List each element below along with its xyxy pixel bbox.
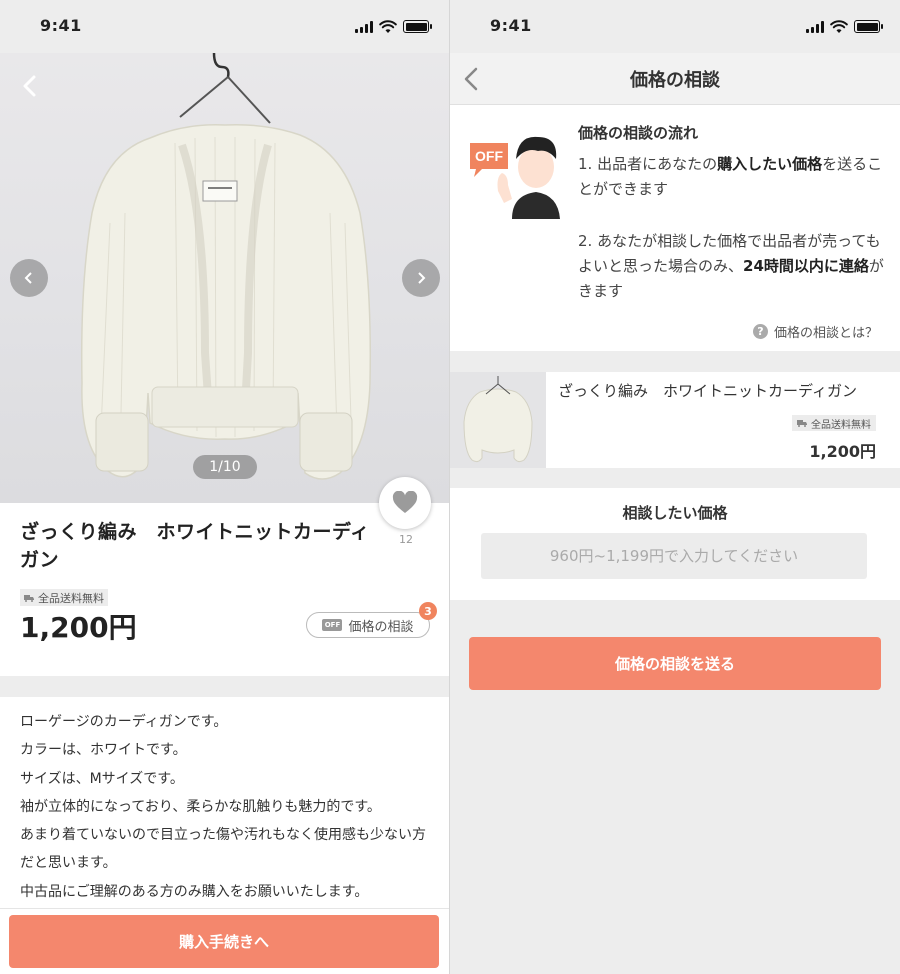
what-is-price-offer-link[interactable]: ? 価格の相談とは？: [752, 322, 878, 341]
flow-step-2: 2. あなたが相談した価格で出品者が売ってもよいと思った場合のみ、24時間以内に…: [578, 229, 884, 304]
flow-step-2-emphasis: 24時間以内に連絡: [743, 257, 869, 275]
status-icons: [806, 19, 883, 34]
cardigan-thumbnail: [463, 376, 533, 463]
offer-flow-section: OFF 価格の相談の流れ 1. 出品者にあなたの購入したい価格を送ることができま…: [450, 105, 900, 351]
description-line: 袖が立体的になっており、柔らかな肌触りも魅力的です。: [20, 798, 381, 815]
description-line: カラーは、ホワイトです。: [20, 742, 187, 759]
chevron-right-icon: [418, 272, 426, 284]
product-image-carousel[interactable]: 1/10: [0, 53, 449, 503]
product-title: ざっくり編み ホワイトニットカーディガン: [20, 521, 370, 571]
battery-icon: [854, 20, 883, 33]
truck-icon: [24, 594, 34, 602]
cardigan-photo: [80, 53, 372, 480]
person-off-illustration: OFF: [470, 136, 560, 219]
heart-icon: [392, 491, 418, 513]
chevron-left-icon: [24, 272, 32, 284]
item-thumbnail: [450, 372, 546, 468]
like-button[interactable]: [379, 477, 431, 529]
item-title: ざっくり編み ホワイトニットカーディガン: [558, 382, 857, 400]
item-summary-card: ざっくり編み ホワイトニットカーディガン 全品送料無料 1,200円: [450, 372, 900, 468]
flow-step-1: 1. 出品者にあなたの購入したい価格を送ることができます: [578, 152, 884, 202]
wifi-icon: [379, 19, 397, 33]
price-offer-label: 価格の相談: [348, 619, 414, 635]
offer-price-section: 相談したい価格: [450, 488, 900, 600]
off-tag-icon: OFF: [322, 619, 343, 631]
product-description: ローゲージのカーディガンです。 カラーは、ホワイトです。 サイズは、Mサイズです…: [20, 708, 435, 906]
description-line: あまり着ていないので目立った傷や汚れもなく使用感も少ない方だと思います。: [20, 827, 426, 872]
price-offer-screen: 9:41 価格の相談 OFF 価格の相談の流れ 1. 出品者にあなたの購入したい…: [450, 0, 900, 974]
page-title: 価格の相談: [630, 69, 720, 91]
free-shipping-label: 全品送料無料: [38, 591, 104, 605]
item-price: 1,200円: [809, 442, 876, 461]
wifi-icon: [830, 19, 848, 33]
image-page-indicator: 1/10: [193, 455, 257, 479]
purchase-button[interactable]: 購入手続きへ: [9, 915, 439, 968]
flow-step-1-emphasis: 購入したい価格: [717, 155, 823, 173]
status-time: 9:41: [490, 16, 532, 35]
flow-title: 価格の相談の流れ: [578, 124, 699, 142]
signal-icon: [806, 20, 824, 33]
offer-count-badge: 3: [419, 602, 437, 620]
status-icons: [355, 19, 432, 34]
flow-step-1-text: 1. 出品者にあなたの: [578, 155, 718, 173]
offer-price-input[interactable]: [481, 533, 867, 579]
description-line: サイズは、Mサイズです。: [20, 770, 184, 787]
description-line: 中古品にご理解のある方のみ購入をお願いいたします。: [20, 883, 369, 900]
free-shipping-badge: 全品送料無料: [20, 589, 108, 606]
status-bar: 9:41: [450, 0, 900, 53]
previous-image-button[interactable]: [10, 259, 48, 297]
back-chevron-icon[interactable]: [18, 73, 44, 99]
next-image-button[interactable]: [402, 259, 440, 297]
status-bar: 9:41: [0, 0, 449, 53]
price-offer-button[interactable]: OFF 価格の相談: [306, 612, 430, 638]
status-time: 9:41: [40, 16, 82, 35]
help-link-label: 価格の相談とは？: [773, 326, 878, 341]
back-chevron-icon[interactable]: [458, 65, 486, 93]
product-detail-screen: 9:41 1/10 12 ざっくり編み ホワイトニットカーディガン 全品送料無料…: [0, 0, 450, 974]
free-shipping-badge: 全品送料無料: [792, 415, 876, 431]
off-illustration-text: OFF: [475, 148, 503, 164]
truck-icon: [797, 420, 807, 427]
section-divider: [0, 676, 449, 697]
send-offer-button[interactable]: 価格の相談を送る: [469, 637, 881, 690]
navigation-header: 価格の相談: [450, 53, 900, 105]
product-price: 1,200円: [20, 611, 137, 644]
like-count: 12: [399, 533, 413, 546]
offer-price-label: 相談したい価格: [622, 504, 728, 522]
free-shipping-label: 全品送料無料: [811, 419, 871, 431]
battery-icon: [403, 20, 432, 33]
signal-icon: [355, 20, 373, 33]
description-line: ローゲージのカーディガンです。: [20, 714, 228, 730]
like-control: 12: [379, 477, 433, 546]
screenshot-stage: 9:41 1/10 12 ざっくり編み ホワイトニットカーディガン 全品送料無料…: [0, 0, 900, 974]
question-icon: ?: [752, 324, 768, 339]
